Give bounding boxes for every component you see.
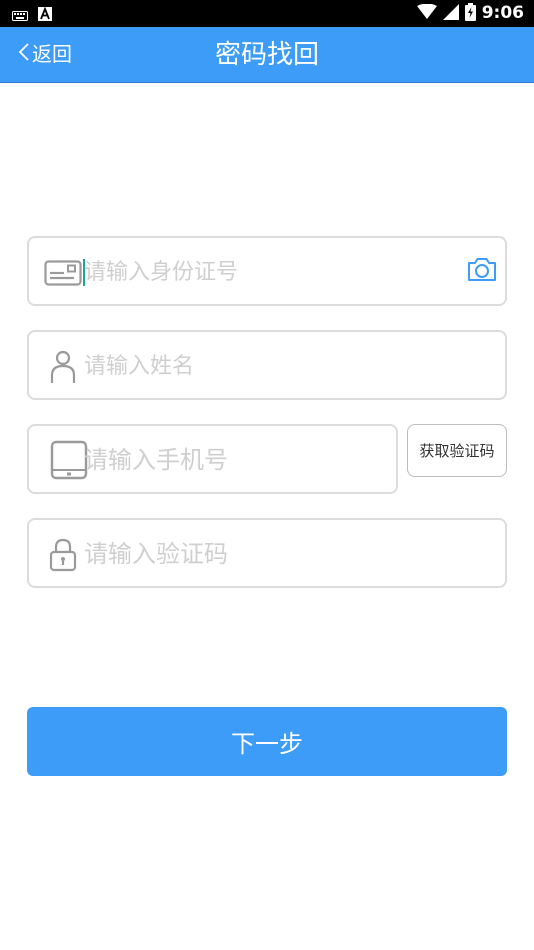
tablet-icon xyxy=(49,438,89,482)
name-field[interactable] xyxy=(27,330,507,400)
lock-icon xyxy=(43,535,83,575)
status-right: 9:06 xyxy=(416,2,524,25)
camera-icon[interactable] xyxy=(467,256,501,290)
verification-code-field[interactable] xyxy=(27,518,507,588)
wifi-icon xyxy=(416,3,437,24)
status-left xyxy=(12,6,52,25)
person-icon xyxy=(43,347,83,387)
status-time: 9:06 xyxy=(481,3,524,23)
id-card-icon xyxy=(43,253,83,293)
phone-field[interactable] xyxy=(27,424,464,494)
page-title: 密码找回 xyxy=(214,40,319,70)
battery-icon xyxy=(464,2,476,25)
a-notification-icon xyxy=(38,6,52,25)
signal-icon xyxy=(442,3,459,24)
next-step-button[interactable]: 下一步 xyxy=(27,707,507,776)
status-bar: 9:06 xyxy=(0,0,534,27)
keyboard-icon xyxy=(12,6,28,25)
name-input[interactable] xyxy=(84,344,464,388)
app-bar: 返回 密码找回 xyxy=(0,27,534,83)
id-card-input[interactable] xyxy=(84,250,464,294)
verification-code-input[interactable] xyxy=(84,532,464,576)
get-code-button[interactable]: 获取验证码 xyxy=(407,424,507,477)
id-card-field[interactable] xyxy=(27,236,507,306)
